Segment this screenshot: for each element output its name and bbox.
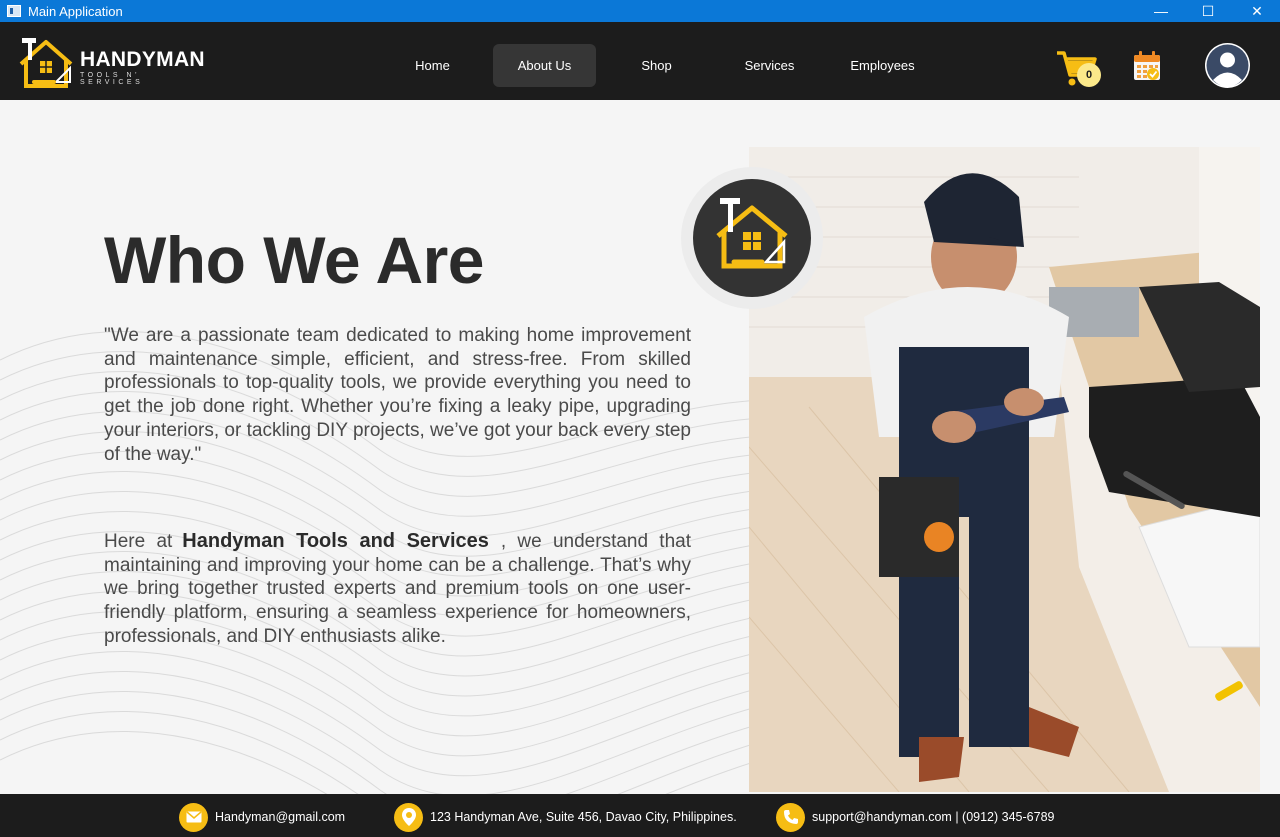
nav-employees[interactable]: Employees xyxy=(831,44,934,87)
brand-name: HANDYMAN xyxy=(80,48,205,71)
footer-address-text: 123 Handyman Ave, Suite 456, Davao City,… xyxy=(430,810,737,824)
footer-support-text: support@handyman.com | (0912) 345-6789 xyxy=(812,810,1055,824)
minimize-button[interactable]: — xyxy=(1138,0,1184,22)
app-window-icon xyxy=(7,5,21,17)
user-avatar[interactable] xyxy=(1205,43,1250,88)
top-navbar: HANDYMAN TOOLS N' SERVICES Home About Us… xyxy=(0,22,1280,100)
calendar-button[interactable] xyxy=(1133,50,1161,82)
nav-about-us[interactable]: About Us xyxy=(493,44,596,87)
close-button[interactable]: ✕ xyxy=(1234,0,1280,22)
nav-home[interactable]: Home xyxy=(381,44,484,87)
footer-email-text: Handyman@gmail.com xyxy=(215,810,346,824)
about-paragraph: Here at Handyman Tools and Services, we u… xyxy=(104,530,691,649)
location-pin-icon xyxy=(394,802,423,832)
nav-shop[interactable]: Shop xyxy=(605,44,708,87)
handyman-photo xyxy=(749,147,1260,792)
footer-email[interactable]: Handyman@gmail.com xyxy=(179,802,346,832)
footer: Handyman@gmail.com 123 Handyman Ave, Sui… xyxy=(0,794,1280,837)
calendar-icon xyxy=(1134,51,1160,80)
brand-badge xyxy=(681,167,823,309)
window-title: Main Application xyxy=(28,3,123,19)
about-paragraph-prefix: Here at xyxy=(104,531,173,552)
window-titlebar: Main Application xyxy=(0,0,1280,22)
mail-icon xyxy=(179,802,208,832)
about-paragraph-brand: Handyman Tools and Services xyxy=(182,530,489,552)
page-heading: Who We Are xyxy=(104,223,485,297)
mission-quote: "We are a passionate team dedicated to m… xyxy=(104,325,691,465)
brand-tagline: TOOLS N' SERVICES xyxy=(80,72,144,86)
footer-address: 123 Handyman Ave, Suite 456, Davao City,… xyxy=(394,802,737,832)
nav-services[interactable]: Services xyxy=(718,44,821,87)
footer-support[interactable]: support@handyman.com | (0912) 345-6789 xyxy=(776,802,1055,832)
user-icon xyxy=(1206,44,1249,87)
about-section: Who We Are "We are a passionate team ded… xyxy=(0,100,1280,794)
house-tools-icon xyxy=(716,198,788,269)
cart-count-badge: 0 xyxy=(1077,63,1101,87)
brand-logo[interactable]: HANDYMAN TOOLS N' SERVICES xyxy=(16,36,206,90)
house-tools-icon xyxy=(19,38,73,88)
phone-icon xyxy=(776,802,805,832)
maximize-button[interactable]: ☐ xyxy=(1185,0,1231,22)
